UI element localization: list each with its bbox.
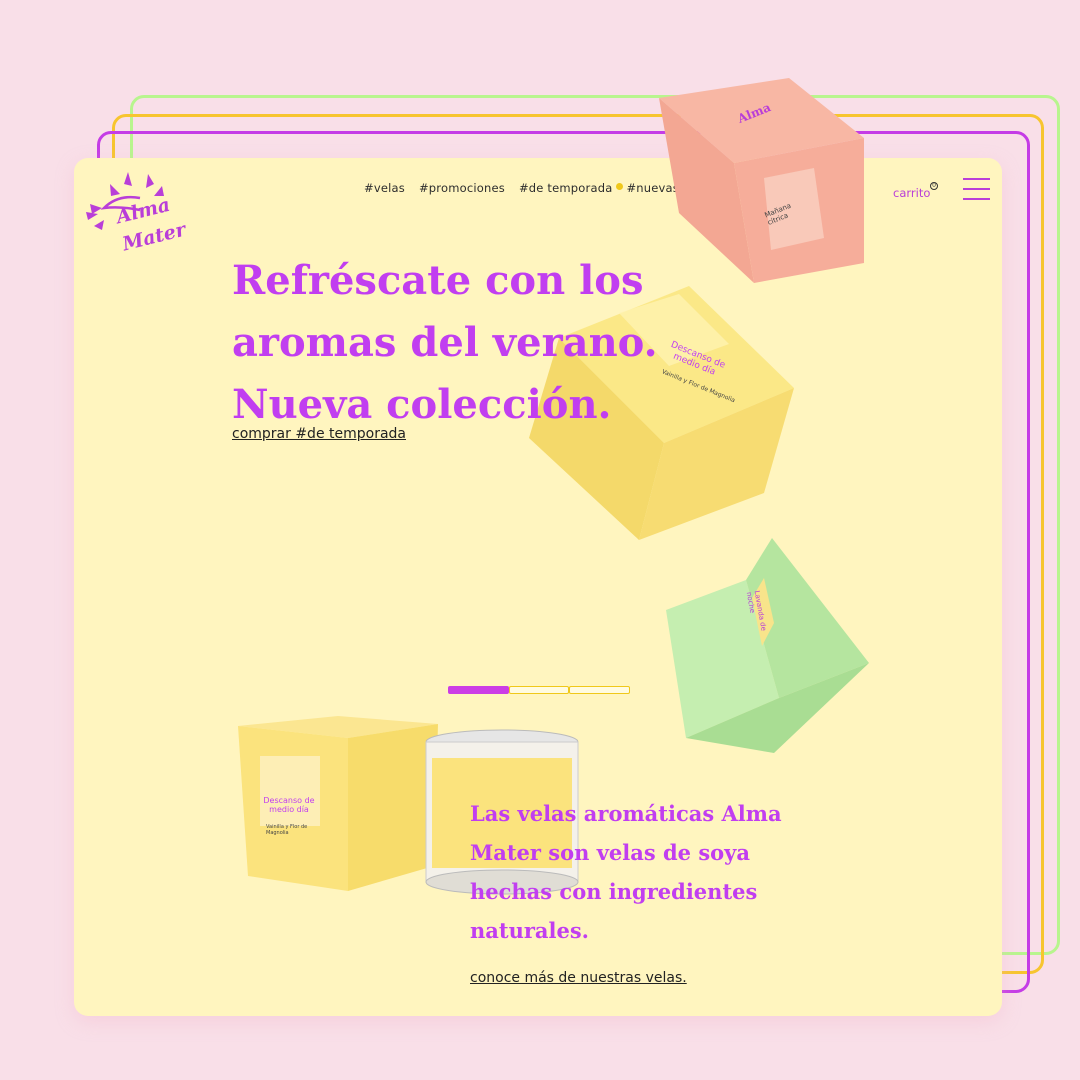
- nav-item-velas[interactable]: #velas: [364, 181, 405, 195]
- hero-title-line1: Refréscate con los: [232, 257, 644, 304]
- product-pack-box: Descanso de medio día Vainilla y Flor de…: [238, 716, 448, 900]
- cart-link[interactable]: carrito: [893, 186, 930, 200]
- nav-item-de-temporada[interactable]: #de temporada: [519, 181, 613, 195]
- learn-more-link[interactable]: conoce más de nuestras velas.: [470, 970, 687, 986]
- about-text: Las velas aromáticas Alma Mater son vela…: [470, 801, 782, 943]
- hero-title: Refréscate con los aromas del verano. Nu…: [232, 250, 752, 436]
- carousel-dot-3[interactable]: [569, 686, 631, 694]
- hero-title-line2: aromas del verano.: [232, 319, 658, 366]
- shop-seasonal-link[interactable]: comprar #de temporada: [232, 426, 406, 442]
- nav-item-promociones[interactable]: #promociones: [419, 181, 505, 195]
- pack-box-scent: Vainilla y Flor de Magnolia: [266, 824, 308, 836]
- carousel-indicator: [448, 686, 631, 694]
- hamburger-menu-icon[interactable]: [963, 178, 990, 200]
- cart-count-badge: 0: [930, 182, 938, 190]
- new-indicator-dot: [616, 183, 623, 190]
- main-nav: #velas #promociones #de temporada #nueva…: [364, 181, 679, 195]
- carousel-dot-1[interactable]: [448, 686, 509, 694]
- carousel-dot-2[interactable]: [508, 686, 570, 694]
- pack-box-label: Descanso de medio día: [263, 796, 315, 814]
- page-card: Alma Mater #velas #promociones #de tempo…: [74, 78, 1002, 1016]
- logo[interactable]: Alma Mater: [80, 164, 200, 255]
- green-candle-box: Lavanda de noche: [664, 538, 874, 762]
